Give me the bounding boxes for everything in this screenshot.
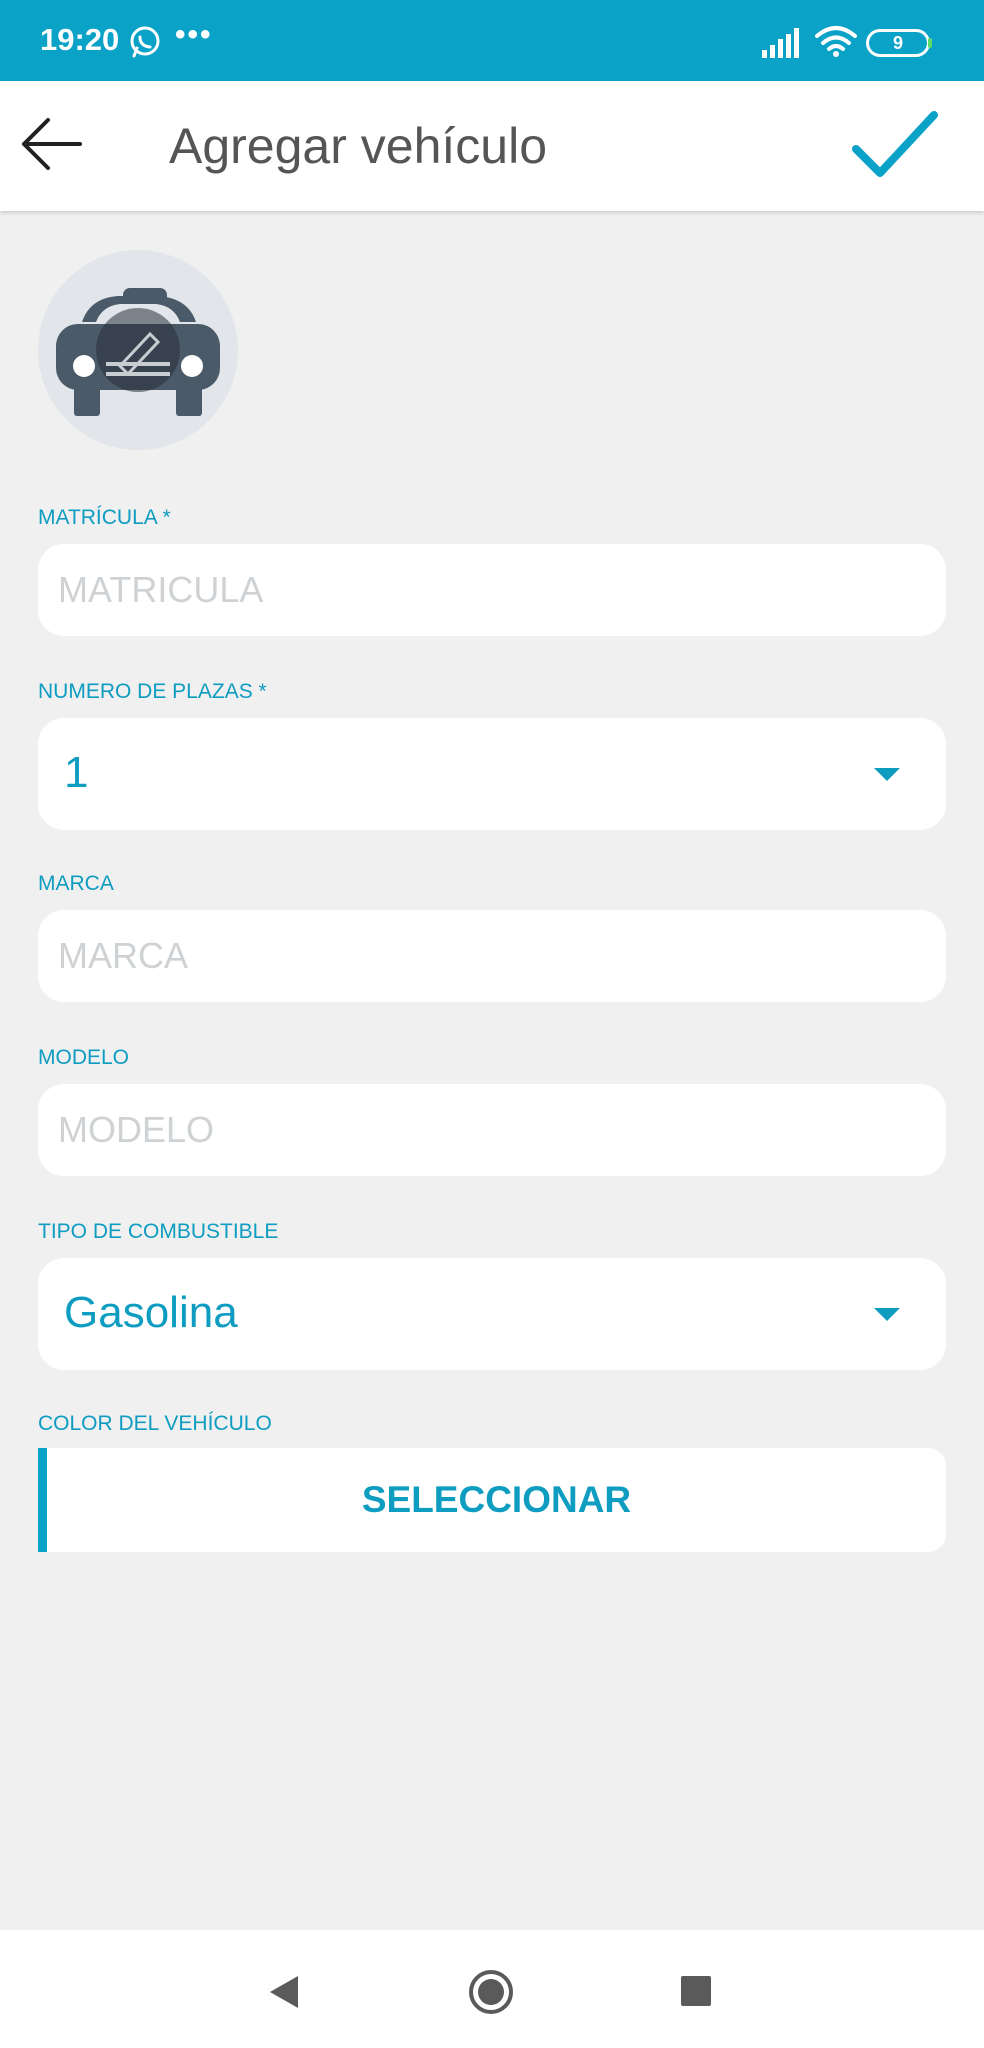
battery-tip [928,38,932,48]
dropdown-arrow-icon [874,768,900,781]
matricula-label: MATRÍCULA * [38,506,171,529]
status-bar: 19:20 ••• 9 [0,0,984,81]
combustible-select[interactable]: Gasolina [38,1258,946,1370]
battery-level: 9 [892,33,903,53]
modelo-input[interactable] [38,1084,946,1176]
status-time: 19:20 [40,22,120,57]
whatsapp-icon [130,26,160,58]
dropdown-arrow-icon [874,1308,900,1321]
page-title: Agregar vehículo [169,118,548,174]
vehicle-photo-button[interactable] [38,250,238,450]
select-color-label: SELECCIONAR [361,1479,632,1520]
combustible-value: Gasolina [64,1288,238,1337]
system-nav-bar [0,1930,984,2048]
plazas-value: 1 [64,748,89,797]
more-notifications-icon: ••• [175,18,213,51]
color-label: COLOR DEL VEHÍCULO [38,1412,272,1435]
wifi-icon [815,26,857,57]
combustible-label: TIPO DE COMBUSTIBLE [38,1220,279,1243]
nav-home-icon[interactable] [467,1968,515,2016]
marca-input[interactable] [38,910,946,1002]
plazas-label: NUMERO DE PLAZAS * [38,680,267,703]
car-edit-icon [56,288,220,416]
checkmark-icon[interactable] [850,109,938,183]
modelo-label: MODELO [38,1046,130,1069]
arrow-left-icon[interactable] [18,114,84,174]
app-bar: Agregar vehículo [0,81,984,211]
signal-icon [762,28,799,58]
battery-icon: 9 [866,29,932,57]
nav-back-icon[interactable] [268,1974,300,2010]
select-color-button[interactable]: SELECCIONAR [38,1448,946,1552]
plazas-select[interactable]: 1 [38,718,946,830]
nav-recents-icon[interactable] [681,1976,711,2006]
matricula-input[interactable] [38,544,946,636]
marca-label: MARCA [38,872,114,895]
